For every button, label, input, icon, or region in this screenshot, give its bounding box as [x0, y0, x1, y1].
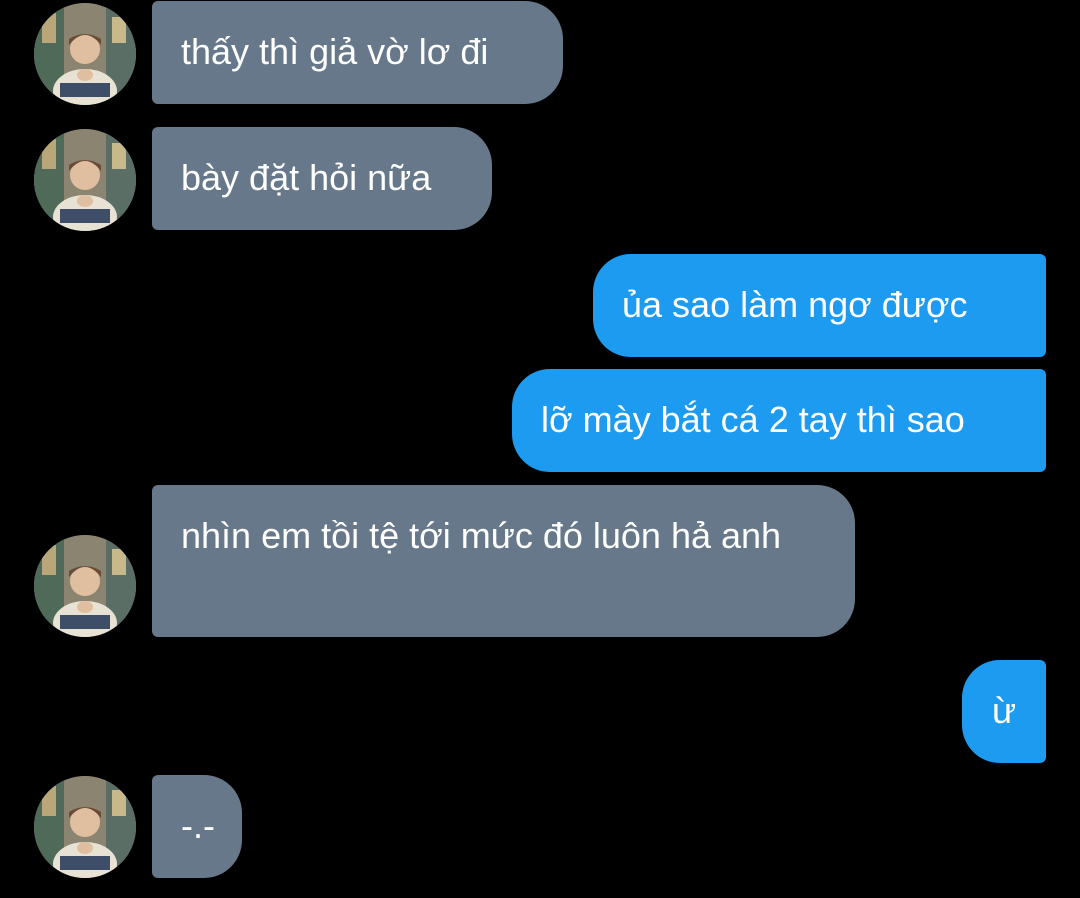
message-text: lỡ mày bắt cá 2 tay thì sao: [541, 399, 965, 440]
avatar[interactable]: [34, 535, 136, 637]
profile-photo-icon: [34, 129, 136, 231]
profile-photo-icon: [34, 776, 136, 878]
avatar[interactable]: [34, 129, 136, 231]
message-text: bày đặt hỏi nữa: [181, 157, 432, 198]
message-bubble[interactable]: nhìn em tồi tệ tới mức đó luôn hả anh: [152, 485, 855, 637]
message-text: -.-: [181, 805, 215, 846]
message-bubble[interactable]: ừ: [962, 660, 1046, 763]
avatar[interactable]: [34, 776, 136, 878]
message-bubble[interactable]: -.-: [152, 775, 242, 878]
avatar[interactable]: [34, 3, 136, 105]
message-bubble[interactable]: bày đặt hỏi nữa: [152, 127, 492, 230]
profile-photo-icon: [34, 3, 136, 105]
profile-photo-icon: [34, 535, 136, 637]
message-text: thấy thì giả vờ lơ đi: [181, 31, 489, 72]
chat-thread: thấy thì giả vờ lơ đi bày đặt hỏi nữa ủa…: [0, 0, 1080, 898]
message-bubble[interactable]: ủa sao làm ngơ được: [593, 254, 1046, 357]
message-bubble[interactable]: lỡ mày bắt cá 2 tay thì sao: [512, 369, 1046, 472]
message-text: ủa sao làm ngơ được: [622, 284, 968, 325]
message-text: ừ: [991, 690, 1017, 731]
message-bubble[interactable]: thấy thì giả vờ lơ đi: [152, 1, 563, 104]
message-text: nhìn em tồi tệ tới mức đó luôn hả anh: [181, 515, 782, 556]
